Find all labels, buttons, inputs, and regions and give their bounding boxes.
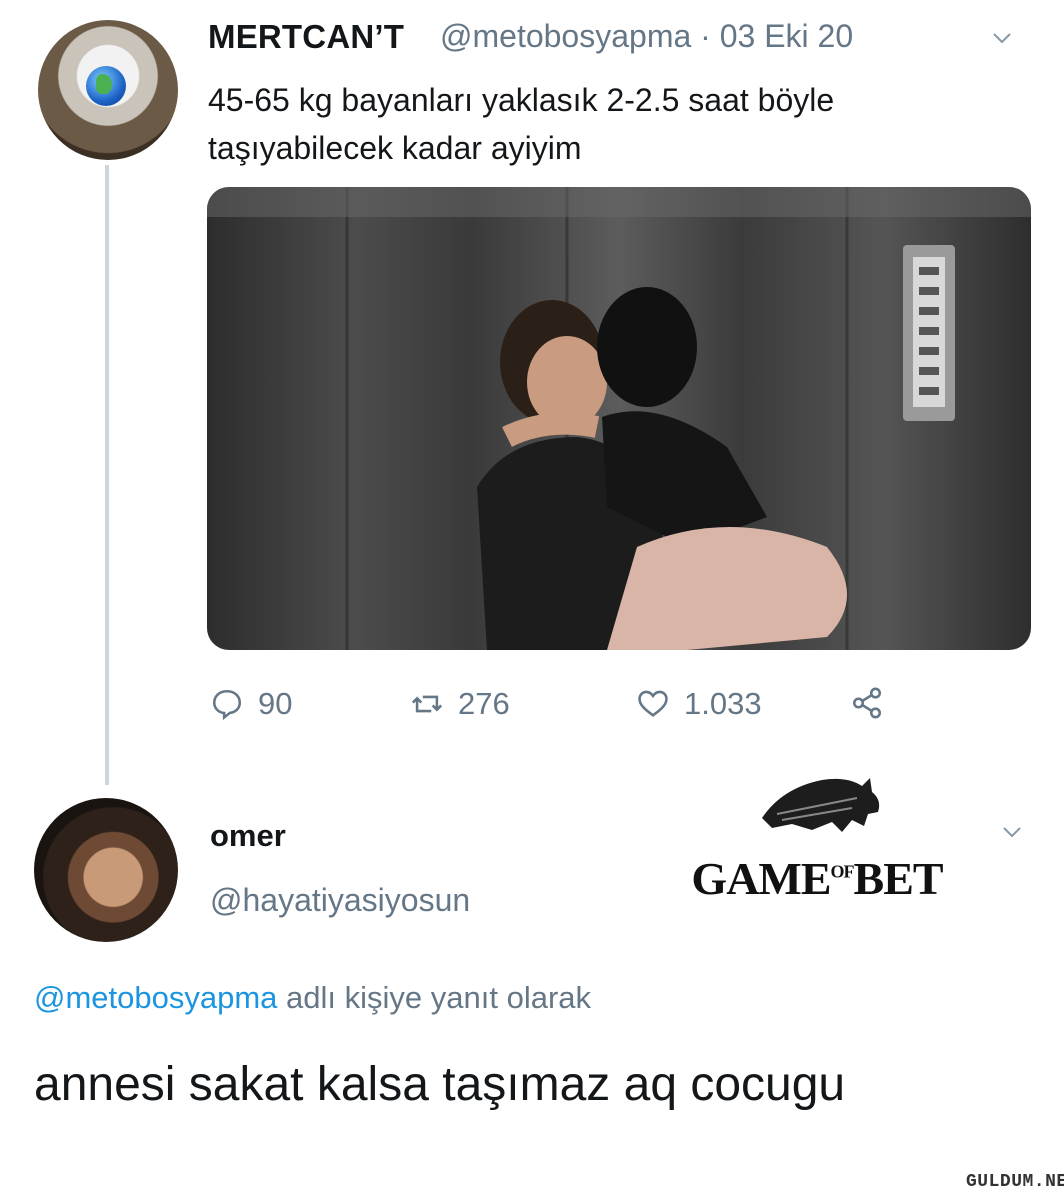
retweet-count: 276 [458,686,510,721]
game-of-bet-logo: GAMEOFBET [672,768,962,918]
tweet-text: 45-65 kg bayanları yaklasık 2-2.5 saat b… [208,82,835,166]
share-icon [852,687,882,719]
tweet-photo[interactable] [207,187,1031,650]
replying-to-line: @metobosyapma adlı kişiye yanıt olarak [34,980,591,1016]
heart-icon [638,690,668,717]
reply-author-handle[interactable]: @hayatiyasiyosun [210,882,470,919]
tweet-date[interactable]: · 03 Eki 20 [700,18,853,54]
chevron-down-icon[interactable] [1000,820,1024,844]
like-action[interactable]: 1.033 [636,686,762,722]
wolf-icon [762,778,880,832]
retweet-icon [411,695,443,713]
reply-author-name[interactable]: omer [210,818,286,854]
reply-count: 90 [258,686,293,721]
logo-text: GAMEOFBET [691,853,943,904]
author-avatar[interactable] [38,20,178,160]
reply-author-avatar[interactable] [34,798,178,942]
replying-to-mention[interactable]: @metobosyapma [34,980,277,1015]
author-handle-and-date[interactable]: @metobosyapma · 03 Eki 20 [440,18,853,55]
thread-connector-line [105,165,109,785]
reply-text: annesi sakat kalsa taşımaz aq cocugu [34,1058,846,1111]
reply-action[interactable]: 90 [210,686,292,722]
like-count: 1.033 [684,686,762,721]
chevron-down-icon[interactable] [990,26,1014,50]
replying-to-label: adlı kişiye yanıt olarak [277,980,592,1015]
author-handle[interactable]: @metobosyapma [440,18,691,54]
retweet-action[interactable]: 276 [410,686,510,722]
comment-icon [212,689,242,721]
globe-icon [86,66,126,106]
share-action[interactable] [850,686,884,720]
author-name[interactable]: MERTCAN’T [208,18,404,56]
site-watermark: GULDUM.NET [966,1172,1064,1192]
